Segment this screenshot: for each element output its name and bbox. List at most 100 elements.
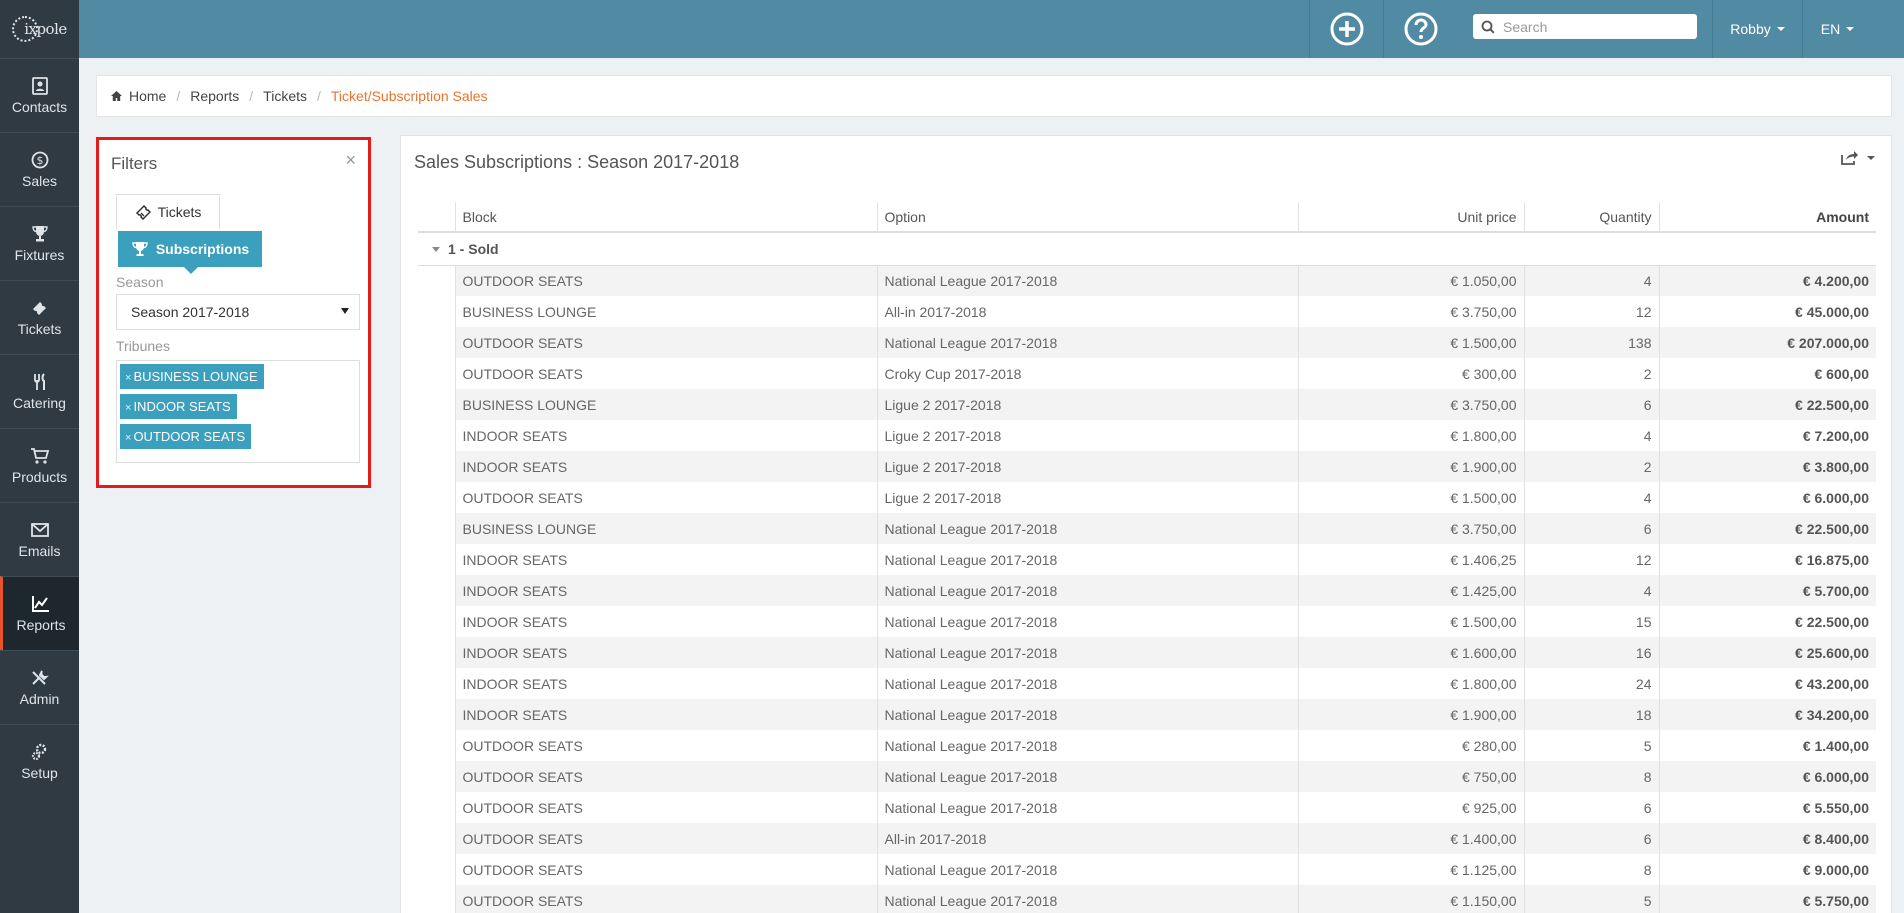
table-row[interactable]: INDOOR SEATS National League 2017-2018 € 1…	[418, 699, 1876, 730]
question-circle-icon	[1404, 12, 1437, 46]
remove-tag-icon[interactable]: ×	[125, 372, 131, 384]
tribunes-multiselect[interactable]: × BUSINESS LOUNGE × INDOOR SEATS × OUTDOOR …	[116, 360, 360, 463]
cart-icon	[30, 447, 49, 464]
cell-amount: € 22.500,00	[1658, 513, 1876, 544]
language-menu[interactable]: EN	[1802, 0, 1872, 58]
table-row[interactable]: INDOOR SEATS Ligue 2 2017-2018 € 1.800,00 4…	[418, 420, 1876, 451]
col-amount[interactable]: Amount	[1658, 202, 1876, 233]
tab-tickets[interactable]: Tickets	[116, 194, 220, 229]
cell-option: Ligue 2 2017-2018	[876, 389, 1298, 420]
cell-option: National League 2017-2018	[876, 513, 1298, 544]
breadcrumb-current: Ticket/Subscription Sales	[330, 88, 488, 104]
table-row[interactable]: INDOOR SEATS Ligue 2 2017-2018 € 1.900,00 2…	[418, 451, 1876, 482]
cell-unit-price: € 1.800,00	[1297, 420, 1524, 451]
breadcrumb: Home / Reports / Tickets / Ticket/Subscr…	[96, 75, 1892, 117]
sidebar-item-fixtures[interactable]: Fixtures	[0, 206, 79, 280]
sidebar-item-reports[interactable]: Reports	[0, 576, 79, 650]
table-row[interactable]: OUTDOOR SEATS National League 2017-2018 € …	[418, 327, 1876, 358]
logo[interactable]: ixpole	[0, 0, 79, 58]
table-row[interactable]: INDOOR SEATS National League 2017-2018 € 1…	[418, 606, 1876, 637]
tribune-tag[interactable]: × OUTDOOR SEATS	[120, 424, 252, 449]
sidebar-item-label: Reports	[16, 616, 66, 633]
search-input[interactable]	[1503, 18, 1683, 35]
close-icon[interactable]: ×	[345, 150, 356, 171]
cell-unit-price: € 1.500,00	[1297, 482, 1524, 513]
table-row[interactable]: OUTDOOR SEATS Ligue 2 2017-2018 € 1.500,00…	[418, 482, 1876, 513]
tab-subscriptions[interactable]: Subscriptions	[118, 231, 262, 274]
table-row[interactable]: OUTDOOR SEATS Croky Cup 2017-2018 € 300,00…	[418, 358, 1876, 389]
sidebar-item-products[interactable]: Products	[0, 428, 79, 502]
cell-option: National League 2017-2018	[876, 854, 1298, 885]
sidebar-item-admin[interactable]: Admin	[0, 650, 79, 724]
row-spacer	[418, 761, 455, 792]
table-row[interactable]: OUTDOOR SEATS National League 2017-2018 € …	[418, 730, 1876, 761]
help-button[interactable]	[1383, 0, 1457, 58]
export-button[interactable]	[1841, 150, 1875, 165]
cell-quantity: 4	[1523, 482, 1659, 513]
user-menu[interactable]: Robby	[1712, 0, 1802, 58]
cell-unit-price: € 1.406,25	[1297, 544, 1524, 575]
season-select[interactable]: Season 2017-2018	[116, 294, 360, 330]
table-row[interactable]: BUSINESS LOUNGE All-in 2017-2018 € 3.750,0…	[418, 296, 1876, 327]
table-row[interactable]: OUTDOOR SEATS National League 2017-2018 € …	[418, 761, 1876, 792]
row-spacer	[418, 420, 455, 451]
sidebar-item-setup[interactable]: Setup	[0, 724, 79, 798]
table-row[interactable]: OUTDOOR SEATS National League 2017-2018 € …	[418, 792, 1876, 823]
table-row[interactable]: OUTDOOR SEATS National League 2017-2018 € …	[418, 265, 1876, 296]
breadcrumb-tickets[interactable]: Tickets	[263, 88, 307, 104]
report-table-body: 1 - Sold OUTDOOR SEATS National League 20…	[418, 232, 1876, 913]
tribune-tag[interactable]: × INDOOR SEATS	[120, 394, 237, 419]
sidebar-item-contacts[interactable]: Contacts	[0, 58, 79, 132]
cell-amount: € 3.800,00	[1658, 451, 1876, 482]
sidebar-item-label: Sales	[21, 172, 58, 189]
table-row[interactable]: OUTDOOR SEATS National League 2017-2018 € …	[418, 854, 1876, 885]
logo-text: ixpole	[24, 20, 67, 38]
table-row[interactable]: INDOOR SEATS National League 2017-2018 € 1…	[418, 575, 1876, 606]
cell-unit-price: € 1.800,00	[1297, 668, 1524, 699]
table-row[interactable]: OUTDOOR SEATS National League 2017-2018 € …	[418, 885, 1876, 913]
cell-unit-price: € 1.900,00	[1297, 451, 1524, 482]
group-row[interactable]: 1 - Sold	[418, 232, 1876, 266]
cell-amount: € 45.000,00	[1658, 296, 1876, 327]
remove-tag-icon[interactable]: ×	[125, 402, 131, 414]
table-row[interactable]: BUSINESS LOUNGE National League 2017-2018…	[418, 513, 1876, 544]
table-row[interactable]: INDOOR SEATS National League 2017-2018 € 1…	[418, 668, 1876, 699]
cell-unit-price: € 1.050,00	[1297, 265, 1524, 296]
sidebar-item-label: Catering	[13, 394, 66, 411]
row-spacer	[418, 327, 455, 358]
col-unit-price[interactable]: Unit price	[1297, 202, 1524, 233]
sidebar-item-sales[interactable]: $ Sales	[0, 132, 79, 206]
chart-icon	[32, 595, 49, 612]
cell-option: All-in 2017-2018	[876, 296, 1298, 327]
cell-unit-price: € 1.500,00	[1297, 327, 1524, 358]
col-quantity[interactable]: Quantity	[1523, 202, 1659, 233]
sidebar-item-tickets[interactable]: Tickets	[0, 280, 79, 354]
envelope-icon	[30, 522, 49, 537]
cell-unit-price: € 1.125,00	[1297, 854, 1524, 885]
cell-unit-price: € 3.750,00	[1297, 296, 1524, 327]
breadcrumb-home[interactable]: Home	[129, 88, 166, 104]
table-row[interactable]: INDOOR SEATS National League 2017-2018 € 1…	[418, 544, 1876, 575]
sidebar-item-label: Emails	[18, 542, 61, 559]
cell-unit-price: € 1.425,00	[1297, 575, 1524, 606]
cell-option: National League 2017-2018	[876, 637, 1298, 668]
breadcrumb-reports[interactable]: Reports	[190, 88, 239, 104]
sidebar-item-emails[interactable]: Emails	[0, 502, 79, 576]
user-name: Robby	[1730, 21, 1771, 37]
search-box[interactable]	[1473, 14, 1697, 39]
report-panel: Sales Subscriptions : Season 2017-2018 B…	[400, 135, 1892, 913]
collapse-triangle-icon[interactable]	[432, 247, 440, 253]
sidebar-item-catering[interactable]: Catering	[0, 354, 79, 428]
add-button[interactable]	[1309, 0, 1383, 58]
row-spacer	[418, 668, 455, 699]
table-row[interactable]: OUTDOOR SEATS All-in 2017-2018 € 1.400,00 6…	[418, 823, 1876, 854]
table-row[interactable]: BUSINESS LOUNGE Ligue 2 2017-2018 € 3.750,…	[418, 389, 1876, 420]
dollar-icon: $	[31, 151, 48, 168]
col-block[interactable]: Block	[454, 202, 877, 233]
remove-tag-icon[interactable]: ×	[125, 432, 131, 444]
cell-block: INDOOR SEATS	[454, 606, 877, 637]
share-icon	[1841, 151, 1858, 165]
table-row[interactable]: INDOOR SEATS National League 2017-2018 € 1…	[418, 637, 1876, 668]
col-option[interactable]: Option	[876, 202, 1298, 233]
tribune-tag[interactable]: × BUSINESS LOUNGE	[120, 364, 264, 389]
